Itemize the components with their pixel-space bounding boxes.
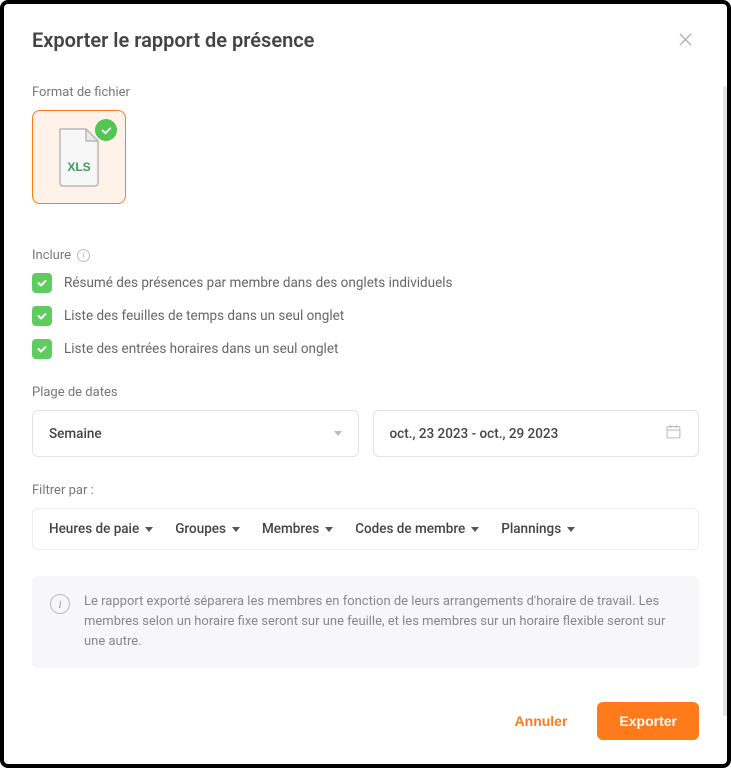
include-option-1[interactable]: Liste des feuilles de temps dans un seul… (32, 306, 699, 326)
period-selected: Semaine (49, 426, 102, 442)
filter-pay-hours[interactable]: Heures de paie (49, 521, 153, 537)
info-box: i Le rapport exporté séparera les membre… (32, 576, 699, 668)
modal-body: Format de fichier XLS Inclure i (4, 71, 727, 682)
modal-header: Exporter le rapport de présence (4, 4, 727, 71)
calendar-icon (665, 423, 682, 444)
info-icon: i (50, 594, 70, 614)
include-option-0[interactable]: Résumé des présences par membre dans des… (32, 273, 699, 293)
cancel-button[interactable]: Annuler (501, 703, 582, 739)
export-modal: Exporter le rapport de présence Format d… (0, 0, 731, 768)
modal-title: Exporter le rapport de présence (32, 28, 314, 52)
file-format-label: Format de fichier (32, 85, 699, 100)
filter-members[interactable]: Membres (262, 521, 333, 537)
filter-label-text: Membres (262, 521, 319, 537)
checkbox-label: Liste des feuilles de temps dans un seul… (64, 308, 344, 324)
close-icon (676, 30, 695, 49)
file-type-text: XLS (67, 160, 90, 174)
chevron-down-icon (232, 527, 240, 532)
export-button[interactable]: Exporter (597, 702, 699, 740)
checkbox[interactable] (32, 339, 52, 359)
date-picker[interactable]: oct., 23 2023 - oct., 29 2023 (373, 410, 700, 457)
chevron-down-icon (325, 527, 333, 532)
include-option-2[interactable]: Liste des entrées horaires dans un seul … (32, 339, 699, 359)
filter-label-text: Codes de membre (355, 521, 465, 537)
chevron-down-icon (471, 527, 479, 532)
close-button[interactable] (672, 26, 699, 53)
date-range-label: Plage de dates (32, 385, 699, 400)
filter-plannings[interactable]: Plannings (501, 521, 575, 537)
filter-groups[interactable]: Groupes (175, 521, 240, 537)
modal-footer: Annuler Exporter (4, 682, 727, 764)
chevron-down-icon (145, 527, 153, 532)
filter-label: Filtrer par : (32, 483, 699, 498)
file-icon: XLS (54, 127, 104, 187)
date-range-row: Semaine oct., 23 2023 - oct., 29 2023 (32, 410, 699, 457)
filter-label-text: Plannings (501, 521, 561, 537)
filter-bar: Heures de paie Groupes Membres Codes de … (32, 508, 699, 550)
checkbox[interactable] (32, 306, 52, 326)
checkbox-label: Résumé des présences par membre dans des… (64, 275, 453, 291)
info-icon[interactable]: i (77, 249, 90, 262)
filter-label-text: Groupes (175, 521, 226, 537)
check-icon (36, 310, 48, 322)
info-text: Le rapport exporté séparera les membres … (84, 592, 681, 652)
filter-label-text: Heures de paie (49, 521, 139, 537)
file-format-xls[interactable]: XLS (32, 110, 126, 204)
include-label-text: Inclure (32, 248, 71, 263)
period-select[interactable]: Semaine (32, 410, 359, 457)
date-range-text: oct., 23 2023 - oct., 29 2023 (390, 426, 559, 442)
chevron-down-icon (334, 431, 342, 436)
chevron-down-icon (567, 527, 575, 532)
check-icon (36, 277, 48, 289)
checkbox[interactable] (32, 273, 52, 293)
include-label: Inclure i (32, 248, 699, 263)
filter-member-codes[interactable]: Codes de membre (355, 521, 479, 537)
check-icon (36, 343, 48, 355)
checkbox-label: Liste des entrées horaires dans un seul … (64, 341, 338, 357)
